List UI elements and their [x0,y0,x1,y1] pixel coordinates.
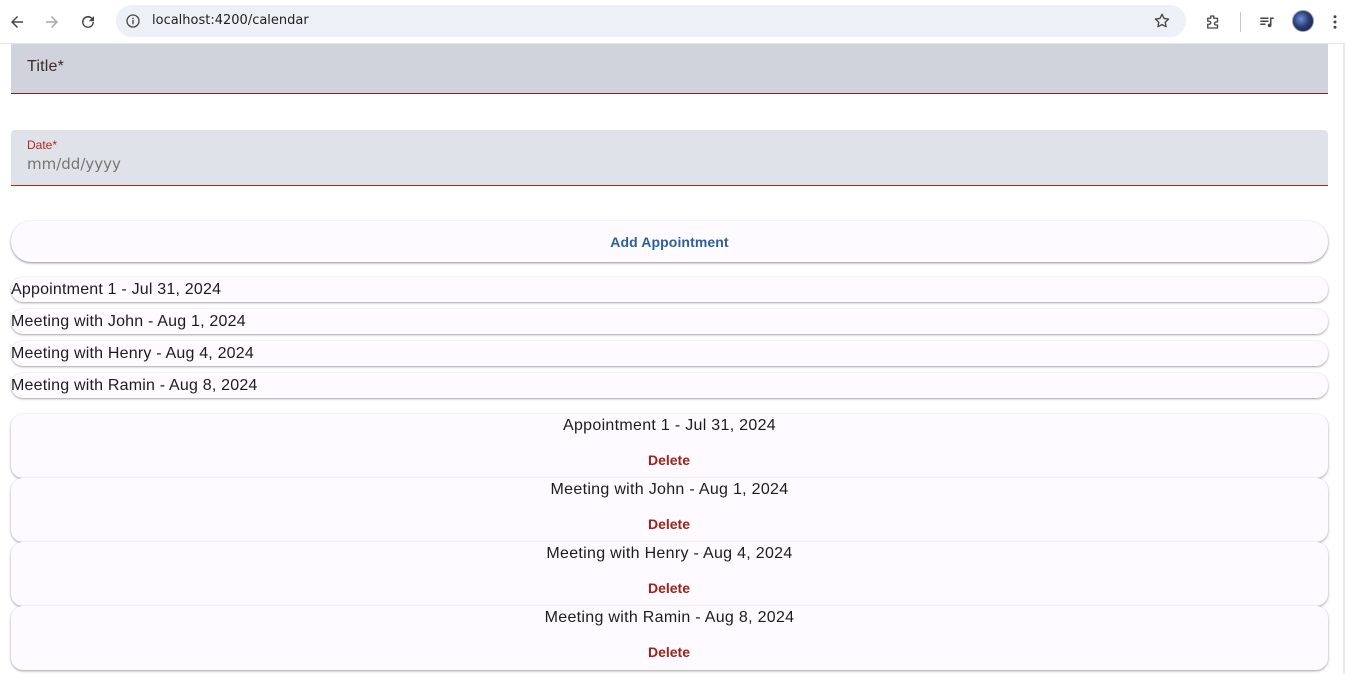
delete-button[interactable]: Delete [629,577,709,599]
appointment-list-item[interactable]: Appointment 1 - Jul 31, 2024 [11,277,1328,302]
extensions-icon[interactable] [1200,9,1226,35]
profile-avatar[interactable] [1292,10,1314,32]
title-field[interactable]: Title* [11,44,1328,94]
appointment-card: Appointment 1 - Jul 31, 2024 Delete [11,414,1328,478]
star-icon[interactable] [1152,11,1172,31]
more-vert-icon[interactable] [1325,9,1345,35]
appointment-card: Meeting with John - Aug 1, 2024 Delete [11,478,1328,542]
title-field-label: Title* [27,58,65,75]
appointment-card: Meeting with Ramin - Aug 8, 2024 Delete [11,606,1328,670]
info-icon[interactable] [123,11,143,31]
appointment-card-title: Meeting with Henry - Aug 4, 2024 [546,545,793,562]
appointment-list-item-label: Meeting with John - Aug 1, 2024 [11,313,246,330]
media-queue-icon[interactable] [1254,9,1280,35]
appointment-card: Meeting with Henry - Aug 4, 2024 Delete [11,542,1328,606]
appointment-card-title: Meeting with John - Aug 1, 2024 [550,481,789,498]
appointment-list-item[interactable]: Meeting with John - Aug 1, 2024 [11,309,1328,334]
reload-icon[interactable] [75,9,101,35]
delete-button[interactable]: Delete [629,641,709,663]
date-field-label: Date* [27,138,58,152]
appointment-list-item-label: Meeting with Ramin - Aug 8, 2024 [11,377,258,394]
delete-button[interactable]: Delete [629,449,709,471]
appointment-list-item-label: Appointment 1 - Jul 31, 2024 [11,281,222,298]
toolbar-divider [1240,12,1241,32]
appointment-card-title: Meeting with Ramin - Aug 8, 2024 [544,609,795,626]
url-text[interactable]: localhost:4200/calendar [152,13,309,28]
address-bar[interactable]: localhost:4200/calendar [116,5,1186,37]
forward-arrow-icon[interactable] [39,9,65,35]
browser-toolbar: localhost:4200/calendar [0,0,1345,44]
date-field[interactable]: Date* [11,130,1328,186]
back-arrow-icon[interactable] [4,9,30,35]
delete-button[interactable]: Delete [629,513,709,535]
add-appointment-button[interactable]: Add Appointment [11,221,1328,262]
date-input[interactable] [27,155,427,173]
appointment-list-item[interactable]: Meeting with Ramin - Aug 8, 2024 [11,373,1328,398]
appointment-list-item-label: Meeting with Henry - Aug 4, 2024 [11,345,254,362]
appointment-list-item[interactable]: Meeting with Henry - Aug 4, 2024 [11,341,1328,366]
appointment-card-title: Appointment 1 - Jul 31, 2024 [563,417,776,434]
